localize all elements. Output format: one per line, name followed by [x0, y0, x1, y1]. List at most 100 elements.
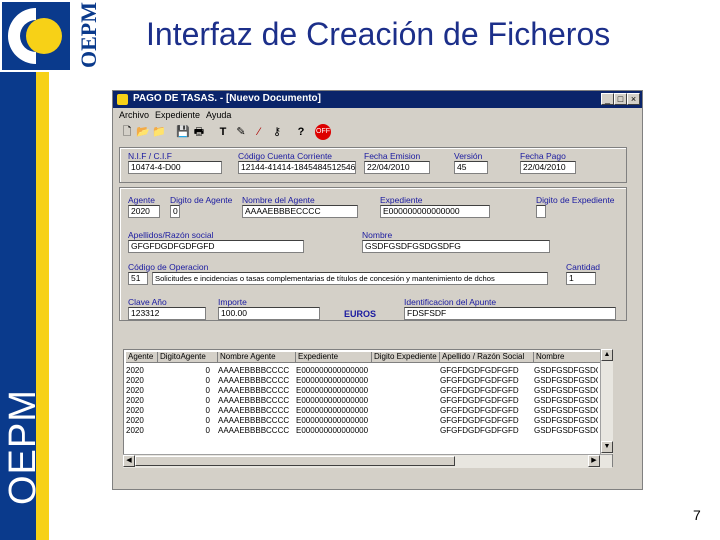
- scroll-right-button[interactable]: ▶: [588, 455, 600, 467]
- grid-cell-apellido: GFGFDGDFGDFGFD: [440, 366, 519, 375]
- clave-field[interactable]: 123312: [128, 307, 206, 320]
- grid-vertical-scrollbar[interactable]: ▲ ▼: [600, 349, 613, 454]
- importe-field[interactable]: 100.00: [218, 307, 320, 320]
- ccc-label: Código Cuenta Corriente: [238, 151, 333, 161]
- table-row[interactable]: 2020 0 AAAAEBBBBCCCC E000000000000000 GFGFDG…: [124, 416, 600, 426]
- app-window: PAGO DE TASAS. - [Nuevo Documento] _ □ ×…: [112, 90, 643, 490]
- euros-label: EUROS: [344, 309, 377, 319]
- minimize-button[interactable]: _: [601, 93, 614, 105]
- grid-body: 2020 0 AAAAEBBBBCCCC E000000000000000 GFGFDG…: [124, 364, 600, 454]
- magic-icon[interactable]: ✎: [233, 124, 249, 140]
- grid-cell-digito-agente: 0: [205, 386, 210, 395]
- records-grid[interactable]: Agente DigitoAgente Nombre Agente Expedi…: [123, 349, 613, 467]
- logo-text: OEPM: [76, 2, 101, 68]
- text-icon[interactable]: T: [215, 124, 231, 140]
- codigo-field[interactable]: 51: [128, 272, 148, 285]
- table-row[interactable]: 2020 0 AAAAEBBBBCCCC E000000000000000 GFGFDG…: [124, 406, 600, 416]
- menu-ayuda[interactable]: Ayuda: [206, 110, 231, 120]
- menu-archivo[interactable]: Archivo: [119, 110, 149, 120]
- brush-icon[interactable]: ⁄: [251, 124, 267, 140]
- codigo-description-field[interactable]: Solicitudes e incidencias o tasas comple…: [152, 272, 548, 285]
- fecha-emision-field[interactable]: 22/04/2010: [364, 161, 430, 174]
- expediente-label: Expediente: [380, 195, 423, 205]
- fecha-pago-field[interactable]: 22/04/2010: [520, 161, 576, 174]
- save-icon[interactable]: 💾: [175, 124, 191, 140]
- slide-title: Interfaz de Creación de Ficheros: [146, 16, 611, 52]
- side-text: OEPM: [2, 389, 44, 505]
- exit-icon[interactable]: OFF: [315, 124, 331, 140]
- nif-field[interactable]: 10474-4-D00: [128, 161, 222, 174]
- grid-cell-nombre-agente: AAAAEBBBBCCCC: [218, 376, 290, 385]
- table-row[interactable]: 2020 0 AAAAEBBBBCCCC E000000000000000 GFGFDG…: [124, 366, 600, 376]
- menu-expediente[interactable]: Expediente: [155, 110, 200, 120]
- table-row[interactable]: 2020 0 AAAAEBBBBCCCC E000000000000000 GFGFDG…: [124, 376, 600, 386]
- grid-cell-nombre: GSDFGSDFGSDG: [534, 386, 598, 395]
- new-icon[interactable]: 🗋: [119, 124, 135, 140]
- window-title: PAGO DE TASAS. - [Nuevo Documento]: [133, 93, 321, 104]
- maximize-button[interactable]: □: [614, 93, 627, 105]
- ccc-field[interactable]: 12144-41414-1845484512546: [238, 161, 356, 174]
- nombre-label: Nombre: [362, 230, 393, 240]
- grid-cell-nombre: GSDFGSDFGSDG: [534, 406, 598, 415]
- close-button[interactable]: ×: [627, 93, 640, 105]
- menu-bar: Archivo Expediente Ayuda: [113, 108, 642, 122]
- grid-cell-digito-agente: 0: [205, 426, 210, 435]
- digito-agente-field[interactable]: 0: [170, 205, 180, 218]
- expediente-field[interactable]: E000000000000000: [380, 205, 490, 218]
- digito-expediente-field[interactable]: [536, 205, 546, 218]
- grid-cell-digito-expediente: [372, 416, 436, 426]
- cantidad-label: Cantidad: [566, 262, 601, 272]
- nombre-agente-field[interactable]: AAAAEBBBECCCC: [242, 205, 358, 218]
- clave-label: Clave Año: [128, 297, 167, 307]
- grid-header-nombre[interactable]: Nombre: [534, 352, 602, 363]
- grid-cell-expediente: E000000000000000: [296, 386, 368, 395]
- grid-cell-digito-expediente: [372, 396, 436, 406]
- scroll-up-button[interactable]: ▲: [601, 349, 613, 361]
- table-row[interactable]: 2020 0 AAAAEBBBBCCCC E000000000000000 GFGFDG…: [124, 396, 600, 406]
- grid-cell-digito-agente: 0: [205, 376, 210, 385]
- print-icon[interactable]: 🖶: [191, 124, 207, 140]
- grid-cell-agente: 2020: [126, 376, 144, 385]
- apellidos-field[interactable]: GFGFDGDFGDFGFD: [128, 240, 304, 253]
- digito-expediente-label: Digito de Expediente: [536, 195, 615, 205]
- open-icon[interactable]: 📂: [135, 124, 151, 140]
- identificacion-field[interactable]: FDSFSDF: [404, 307, 616, 320]
- identificacion-label: Identificacion del Apunte: [404, 297, 497, 307]
- cantidad-field[interactable]: 1: [566, 272, 596, 285]
- version-label: Versión: [454, 151, 483, 161]
- grid-cell-agente: 2020: [126, 386, 144, 395]
- table-row[interactable]: 2020 0 AAAAEBBBBCCCC E000000000000000 GFGFDG…: [124, 386, 600, 396]
- scroll-down-button[interactable]: ▼: [601, 441, 613, 453]
- nombre-field[interactable]: GSDFGSDFGSDGSDFG: [362, 240, 550, 253]
- grid-horizontal-scrollbar[interactable]: ◀ ▶: [123, 454, 612, 468]
- grid-cell-expediente: E000000000000000: [296, 406, 368, 415]
- help-icon[interactable]: ?: [293, 124, 309, 140]
- nif-label: N.I.F / C.I.F: [128, 151, 172, 161]
- grid-header-agente[interactable]: Agente: [126, 352, 158, 363]
- window-titlebar[interactable]: PAGO DE TASAS. - [Nuevo Documento] _ □ ×: [113, 91, 642, 108]
- table-row[interactable]: 2020 0 AAAAEBBBBCCCC E000000000000000 GFGFDG…: [124, 426, 600, 436]
- scroll-thumb[interactable]: [135, 456, 455, 466]
- grid-cell-nombre-agente: AAAAEBBBBCCCC: [218, 406, 290, 415]
- grid-cell-agente: 2020: [126, 406, 144, 415]
- grid-cell-nombre-agente: AAAAEBBBBCCCC: [218, 366, 290, 375]
- grid-cell-nombre: GSDFGSDFGSDG: [534, 376, 598, 385]
- key-icon[interactable]: ⚷: [269, 124, 285, 140]
- nombre-agente-label: Nombre del Agente: [242, 195, 315, 205]
- grid-cell-digito-agente: 0: [205, 396, 210, 405]
- grid-header-digito-agente[interactable]: DigitoAgente: [158, 352, 218, 363]
- scroll-left-button[interactable]: ◀: [123, 455, 135, 467]
- grid-cell-expediente: E000000000000000: [296, 366, 368, 375]
- fecha-emision-label: Fecha Emision: [364, 151, 421, 161]
- folder-icon[interactable]: 📁: [151, 124, 167, 140]
- grid-cell-nombre-agente: AAAAEBBBBCCCC: [218, 396, 290, 405]
- agente-label: Agente: [128, 195, 155, 205]
- grid-cell-apellido: GFGFDGDFGDFGFD: [440, 386, 519, 395]
- version-field[interactable]: 45: [454, 161, 488, 174]
- grid-header-nombre-agente[interactable]: Nombre Agente: [218, 352, 296, 363]
- grid-cell-nombre: GSDFGSDFGSDG: [534, 416, 598, 425]
- grid-header-expediente[interactable]: Expediente: [296, 352, 372, 363]
- grid-header-apellido[interactable]: Apellido / Razón Social: [440, 352, 534, 363]
- agente-field[interactable]: 2020: [128, 205, 160, 218]
- grid-header-digito-expediente[interactable]: Digito Expediente: [372, 352, 440, 363]
